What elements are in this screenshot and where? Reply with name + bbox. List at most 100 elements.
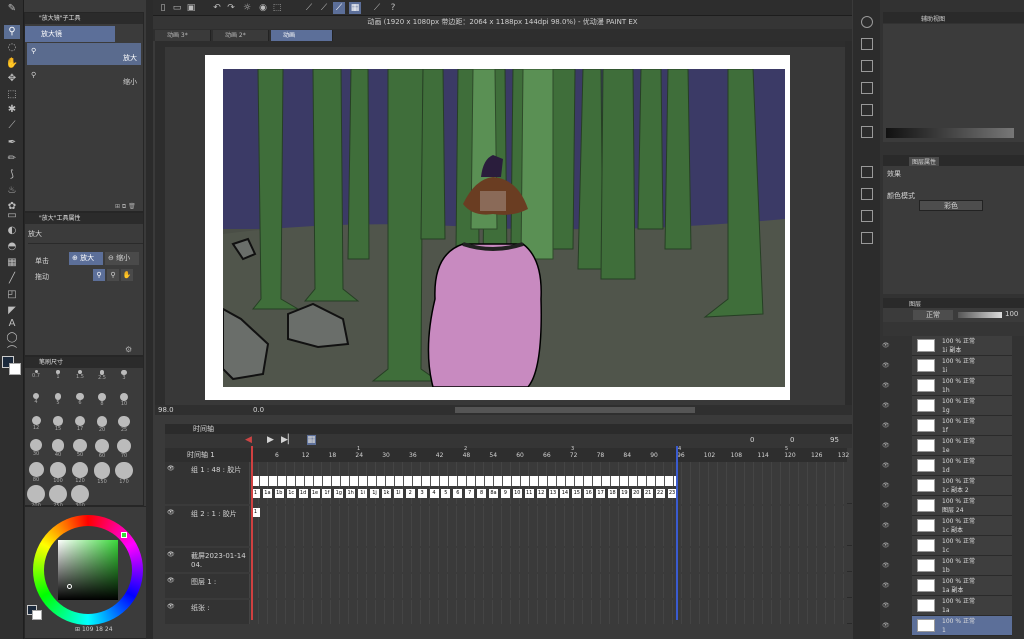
frame-cell[interactable]: 10 [512,489,522,498]
layer-row[interactable]: 100 % 正常 1a [912,596,1012,616]
frame-cell[interactable]: 17 [596,489,606,498]
visibility-eye-icon[interactable]: 👁 [167,577,175,584]
panel-icon-1[interactable] [861,38,873,50]
track-header[interactable]: 👁 组 1 : 48 : 胶片 [165,462,249,504]
blend-icon[interactable]: ◐ [4,224,20,238]
brush-size-option[interactable]: 200 [27,485,45,509]
brush-size-option[interactable]: 100 [49,462,67,484]
brush-size-option[interactable]: 120 [71,462,89,484]
timeline-track[interactable]: 👁 截屏2023-01-14 04. [165,548,852,572]
layer-visibility-icon[interactable]: 👁 [882,342,890,349]
tab-animation-2[interactable]: 动画 2* [213,30,269,41]
settings-icon[interactable]: ⚙ [125,345,132,354]
layer-row[interactable]: 100 % 正常 1d [912,456,1012,476]
panel-icon-6[interactable] [861,166,873,178]
track-header[interactable]: 👁 纸张 : [165,600,249,624]
layer-visibility-icon[interactable]: 👁 [882,362,890,369]
visibility-eye-icon[interactable]: 👁 [167,509,175,516]
layer-row[interactable]: 100 % 正常 1i [912,356,1012,376]
snap-ruler-icon[interactable]: ⟋ [318,2,330,14]
gradient-icon[interactable]: ▦ [4,256,20,270]
text-icon[interactable]: A [4,317,20,331]
current-frame[interactable]: 0 [750,436,754,444]
rotation-value[interactable]: 0.0 [253,406,264,414]
track-frames[interactable]: 1 1a 1b 1c 1d 1e 1f 1g 1h 1i 1j 1k 1l 2 3 4 5 6 7 8 8a 9 10 11 1… [249,462,847,504]
playhead[interactable] [676,446,678,620]
hue-handle[interactable] [121,532,127,538]
pencil-icon[interactable]: ✏ [4,152,20,166]
selection-icon[interactable]: ⬚ [4,88,20,102]
panel-icon-4[interactable] [861,104,873,116]
brush-size-option[interactable]: 1 [49,370,67,389]
frame-icon[interactable]: ◰ [4,288,20,302]
brush-size-option[interactable]: 6 [71,393,89,412]
canvas-vscrollbar[interactable] [845,41,852,405]
start-frame[interactable]: 0 [790,436,794,444]
frame-cell[interactable]: 2 [405,489,415,498]
sub-tool-item-magnifier[interactable]: 放大镜 [25,26,115,42]
brush-size-option[interactable]: 2.5 [93,370,111,389]
drag-zoom-out-icon[interactable]: ⚲ [107,269,119,281]
sun-icon[interactable]: ☼ [241,2,253,14]
layer-visibility-icon[interactable]: 👁 [882,562,890,569]
undo-icon[interactable]: ↶ [211,2,223,14]
brush-size-option[interactable]: 4 [27,393,45,412]
frame-cell[interactable]: 11 [524,489,534,498]
timeline-track[interactable]: 👁 组 2 : 1 : 胶片 1 [165,506,852,546]
pen-icon[interactable]: ✎ [4,2,20,16]
line-icon[interactable]: ╱ [4,272,20,286]
brush-size-option[interactable]: 40 [49,439,67,458]
layer-row[interactable]: 100 % 正常 1h [912,376,1012,396]
snap-grid-icon[interactable]: ▦ [349,2,361,14]
brush-size-option[interactable]: 12 [27,416,45,435]
track-header[interactable]: 👁 截屏2023-01-14 04. [165,548,249,572]
frame-cell[interactable]: 16 [584,489,594,498]
frame-cell[interactable]: 14 [560,489,570,498]
frame-cell[interactable]: 20 [631,489,641,498]
track-header[interactable]: 👁 组 2 : 1 : 胶片 [165,506,249,546]
panel-footer-icons[interactable]: ⊞ ⧉ 🗑 [115,203,136,211]
layer-row[interactable]: 100 % 正常 1b [912,556,1012,576]
brush-size-option[interactable]: 80 [27,462,45,483]
layer-visibility-icon[interactable]: 👁 [882,502,890,509]
eraser-icon[interactable]: ▭ [4,209,20,223]
brush-size-option[interactable]: 300 [71,485,89,509]
hand-icon[interactable]: ✋ [4,57,20,71]
layer-row[interactable]: 100 % 正常 1c 副本 2 [912,476,1012,496]
visibility-eye-icon[interactable]: 👁 [167,551,175,558]
frame-cell[interactable]: 21 [643,489,653,498]
frame-cell[interactable]: 7 [465,489,475,498]
drag-zoom-icon[interactable]: ⚲ [93,269,105,281]
zoom-out-option[interactable]: ⊖ 缩小 [105,252,139,265]
panel-icon-9[interactable] [861,232,873,244]
zoom-in-option[interactable]: ⊕ 放大 [69,252,103,265]
layer-visibility-icon[interactable]: 👁 [882,602,890,609]
brush-size-option[interactable]: 20 [93,416,111,435]
brush-size-option[interactable]: 60 [93,439,111,459]
frame-cell[interactable]: 12 [536,489,546,498]
track-frames[interactable] [249,548,847,572]
frame-cell[interactable]: 1i [358,489,368,498]
frame-cell[interactable]: 1g [334,489,344,498]
frame-cell[interactable]: 6 [453,489,463,498]
frame-cell[interactable]: 1b [274,489,284,498]
frame-cell[interactable]: 1a [262,489,272,498]
brush-size-option[interactable]: 3 [115,370,133,389]
start-marker[interactable] [251,446,253,620]
tab-animation[interactable]: 动画 [271,30,333,41]
play-icon[interactable]: ▶ [267,435,274,445]
brush-size-option[interactable]: 8 [93,393,111,412]
drag-hand-icon[interactable]: ✋ [121,269,133,281]
layer-visibility-icon[interactable]: 👁 [882,622,890,629]
special-ruler-icon[interactable]: ⟋ [371,2,383,14]
frame-cell[interactable]: 1f [322,489,332,498]
frame-cell[interactable]: 5 [441,489,451,498]
tab-animation-3[interactable]: 动画 3* [155,30,211,41]
layer-row[interactable]: 100 % 正常 1i 副本 [912,336,1012,356]
frame-ruler[interactable]: 6 12 18 24 30 36 42 48 54 60 66 72 78 84 90 96 102 108 114… [249,446,849,462]
frame-thumbnail-strip[interactable] [251,476,676,486]
color-mode-select[interactable]: 彩色 [919,200,983,211]
frame-cell[interactable]: 1k [381,489,391,498]
frame-cell[interactable]: 9 [500,489,510,498]
transform-icon[interactable]: ⬚ [271,2,283,14]
